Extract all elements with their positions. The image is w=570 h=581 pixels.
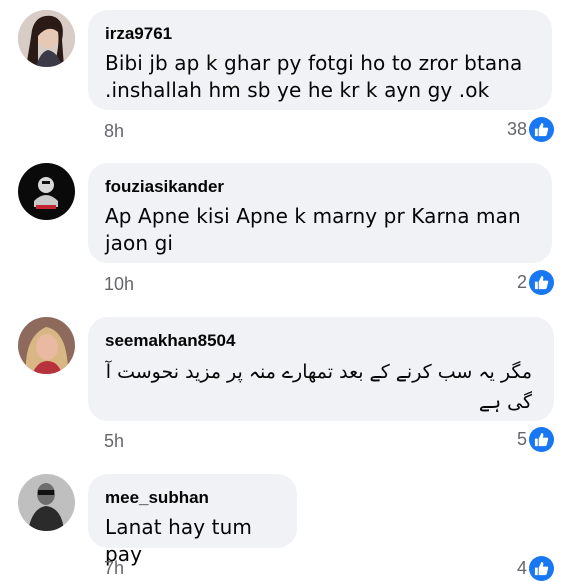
avatar[interactable] — [18, 163, 75, 220]
comment-username[interactable]: mee_subhan — [105, 488, 279, 508]
comment-bubble: seemakhan8504 مگر یہ سب کرنے کے بعد تمھا… — [88, 317, 554, 421]
avatar[interactable] — [18, 474, 75, 531]
thumbs-up-icon — [529, 270, 554, 295]
like-count[interactable]: 5 — [517, 427, 554, 452]
profile-graphic-icon — [18, 163, 75, 220]
like-count[interactable]: 2 — [517, 270, 554, 295]
comment-time[interactable]: 8h — [104, 121, 124, 142]
comment-bubble: mee_subhan Lanat hay tum pay — [88, 474, 297, 566]
like-count-number: 38 — [506, 119, 527, 139]
profile-photo-icon — [18, 10, 75, 67]
avatar[interactable] — [18, 317, 75, 374]
comment-text: Lanat hay tum pay — [105, 515, 252, 566]
like-count[interactable]: 38 — [507, 117, 554, 142]
like-count[interactable]: 4 — [517, 556, 554, 581]
thumbs-up-icon — [529, 117, 554, 142]
comment-username[interactable]: irza9761 — [105, 24, 534, 44]
thumbs-up-icon — [529, 556, 554, 581]
comment-username[interactable]: seemakhan8504 — [105, 331, 532, 351]
comment-time[interactable]: 10h — [104, 274, 134, 295]
comment-text: Bibi jb ap k ghar py fotgi ho to zror bt… — [105, 51, 523, 102]
comment-username[interactable]: fouziasikander — [105, 177, 534, 197]
like-count-number: 5 — [516, 429, 527, 449]
comment-time[interactable]: 5h — [104, 431, 124, 452]
thumbs-up-icon — [529, 427, 554, 452]
profile-photo-icon — [18, 474, 75, 531]
comment-time[interactable]: 7h — [104, 558, 124, 579]
comment-text: Ap Apne kisi Apne k marny pr Karna man j… — [105, 204, 521, 255]
comment-bubble: irza9761 Bibi jb ap k ghar py fotgi ho t… — [88, 10, 552, 110]
like-count-number: 2 — [516, 272, 527, 292]
like-count-number: 4 — [516, 558, 527, 578]
avatar[interactable] — [18, 10, 75, 67]
profile-photo-icon — [18, 317, 75, 374]
comment-bubble: fouziasikander Ap Apne kisi Apne k marny… — [88, 163, 552, 263]
comment-text: مگر یہ سب کرنے کے بعد تمھارے منہ پر مزید… — [105, 361, 532, 413]
